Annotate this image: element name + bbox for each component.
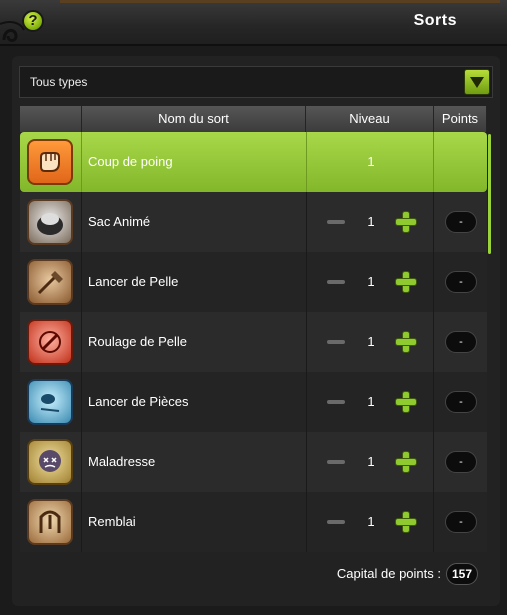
- spell-level-value: 1: [367, 274, 375, 289]
- spell-name: Remblai: [88, 514, 136, 529]
- help-button[interactable]: ?: [22, 10, 44, 32]
- spell-row-roulage-de-pelle[interactable]: Roulage de Pelle 1 -: [20, 312, 487, 372]
- spell-row-lancer-de-pelle[interactable]: Lancer de Pelle 1 -: [20, 252, 487, 312]
- decrease-level-button[interactable]: [327, 220, 345, 224]
- spell-icon-cell: [20, 312, 82, 372]
- spell-row-coup-de-poing[interactable]: Coup de poing 1: [20, 132, 487, 192]
- capital-points-label: Capital de points :: [336, 566, 441, 581]
- spell-level-value: 1: [367, 394, 375, 409]
- header-name[interactable]: Nom du sort: [82, 106, 306, 132]
- spell-level-value: 1: [367, 154, 375, 169]
- spell-points-badge: -: [445, 271, 477, 293]
- spell-points-badge: -: [445, 511, 477, 533]
- spell-row-lancer-de-pieces[interactable]: Lancer de Pièces 1 -: [20, 372, 487, 432]
- header-level[interactable]: Niveau: [306, 106, 434, 132]
- spell-row-maladresse[interactable]: Maladresse 1 -: [20, 432, 487, 492]
- list-scrollbar[interactable]: [488, 134, 491, 254]
- spell-name: Maladresse: [88, 454, 156, 469]
- spell-row-sac-anime[interactable]: Sac Animé 1 -: [20, 192, 487, 252]
- spell-points-badge: -: [445, 211, 477, 233]
- window-titlebar: ? Sorts: [0, 0, 507, 46]
- increase-level-button[interactable]: [395, 451, 417, 473]
- spell-level-cell: 1: [306, 252, 434, 312]
- header-points[interactable]: Points: [434, 106, 487, 132]
- titlebar-accent-line: [60, 0, 500, 3]
- spell-level-value: 1: [367, 454, 375, 469]
- spell-level-cell: 1: [306, 492, 434, 552]
- spell-name: Coup de poing: [88, 154, 173, 169]
- increase-level-button[interactable]: [395, 331, 417, 353]
- decrease-level-button[interactable]: [327, 520, 345, 524]
- animated-bag-icon: [27, 199, 73, 245]
- shovel-roll-icon: [27, 319, 73, 365]
- spell-name: Lancer de Pièces: [88, 394, 189, 409]
- embankment-icon: [27, 499, 73, 545]
- increase-level-button[interactable]: [395, 391, 417, 413]
- spell-level-cell: 1: [306, 432, 434, 492]
- spell-points-badge: -: [445, 391, 477, 413]
- spell-level-cell: 1: [306, 312, 434, 372]
- spell-name: Sac Animé: [88, 214, 151, 229]
- spell-type-filter[interactable]: Tous types: [19, 66, 493, 98]
- coin-throw-icon: [27, 379, 73, 425]
- spell-icon-cell: [20, 252, 82, 312]
- filter-selected-value: Tous types: [30, 75, 88, 89]
- clumsiness-icon: [27, 439, 73, 485]
- spell-icon-cell: [20, 192, 82, 252]
- spell-list: Coup de poing 1 Sac Animé 1 - Lancer de …: [20, 132, 487, 552]
- shovel-throw-icon: [27, 259, 73, 305]
- window-title: Sorts: [413, 12, 457, 29]
- spell-points-badge: -: [445, 331, 477, 353]
- spell-icon-cell: [20, 132, 82, 192]
- increase-level-button[interactable]: [395, 271, 417, 293]
- spell-icon-cell: [20, 492, 82, 552]
- decrease-level-button[interactable]: [327, 460, 345, 464]
- filter-dropdown-button[interactable]: [464, 69, 490, 95]
- spell-points-badge: -: [445, 451, 477, 473]
- increase-level-button[interactable]: [395, 211, 417, 233]
- capital-points-value: 157: [446, 563, 478, 585]
- spell-level-value: 1: [367, 214, 375, 229]
- spell-level-cell: 1: [306, 132, 434, 192]
- spell-level-cell: 1: [306, 192, 434, 252]
- spell-name: Roulage de Pelle: [88, 334, 188, 349]
- decrease-level-button[interactable]: [327, 340, 345, 344]
- increase-level-button[interactable]: [395, 511, 417, 533]
- fist-icon: [27, 139, 73, 185]
- header-icon-column: [20, 106, 82, 132]
- spell-name: Lancer de Pelle: [88, 274, 179, 289]
- spell-icon-cell: [20, 432, 82, 492]
- decrease-level-button[interactable]: [327, 280, 345, 284]
- table-header: Nom du sort Niveau Points: [20, 106, 487, 132]
- spell-level-value: 1: [367, 514, 375, 529]
- decrease-level-button[interactable]: [327, 400, 345, 404]
- spell-level-cell: 1: [306, 372, 434, 432]
- spell-row-remblai[interactable]: Remblai 1 -: [20, 492, 487, 552]
- spell-level-value: 1: [367, 334, 375, 349]
- spell-icon-cell: [20, 372, 82, 432]
- chevron-down-icon: [470, 77, 484, 88]
